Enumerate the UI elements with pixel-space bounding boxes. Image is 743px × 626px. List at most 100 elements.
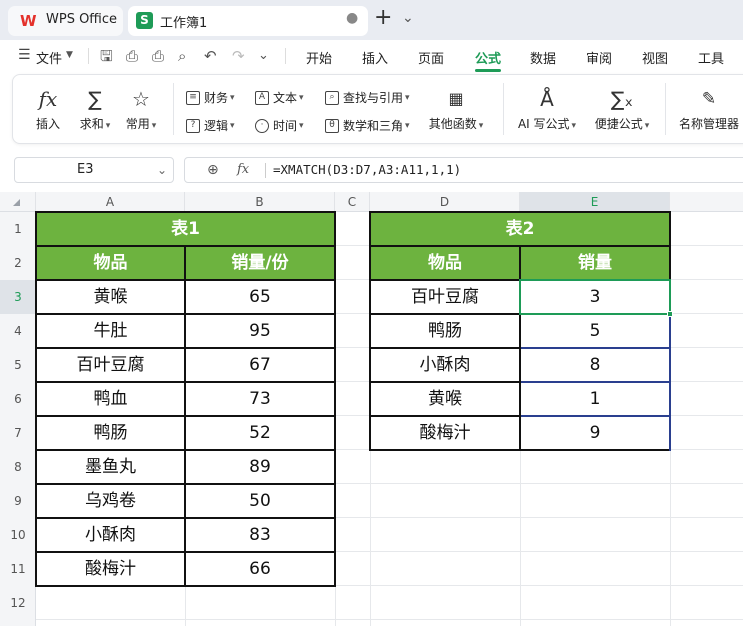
redo-icon[interactable]: ↷ <box>232 47 245 65</box>
quick-formula-button[interactable]: ∑ₓ 便捷公式 ▾ <box>591 75 653 132</box>
print-preview-icon[interactable]: ⌕ <box>178 47 186 65</box>
ai-formula-label: AI 写公式 <box>517 117 570 131</box>
table-1-sales[interactable]: 50 <box>185 484 335 518</box>
file-chevron-down-icon[interactable]: ▼ <box>66 50 73 60</box>
logic-functions-button[interactable]: ? 逻辑 ▾ <box>186 117 235 134</box>
menu-home[interactable]: 开始 <box>306 48 332 67</box>
column-header-b[interactable]: B <box>185 192 335 212</box>
table-1-header-item[interactable]: 物品 <box>36 246 185 280</box>
zoom-formula-icon[interactable]: ⊕ <box>207 158 219 182</box>
table-2-result[interactable]: 8 <box>520 348 670 382</box>
finance-functions-button[interactable]: ≡ 财务 ▾ <box>186 89 235 106</box>
table-2-result[interactable]: 9 <box>520 416 670 450</box>
select-all-corner[interactable] <box>0 192 36 212</box>
row-header[interactable]: 3 <box>0 280 36 314</box>
menu-file[interactable]: 文件 <box>36 48 62 67</box>
table-2-header-sales[interactable]: 销量 <box>520 246 670 280</box>
table-1-header-sales[interactable]: 销量/份 <box>185 246 335 280</box>
row-header[interactable]: 10 <box>0 518 36 552</box>
table-2-result[interactable]: 1 <box>520 382 670 416</box>
formula-text[interactable]: =XMATCH(D3:D7,A3:A11,1,1) <box>273 158 461 182</box>
row-header[interactable]: 8 <box>0 450 36 484</box>
table-2-title[interactable]: 表2 <box>370 212 670 246</box>
name-box-chevron-icon[interactable]: ⌄ <box>157 158 167 182</box>
fx-icon[interactable]: fx <box>237 158 249 182</box>
active-cell-outline <box>519 279 671 315</box>
table-1-sales[interactable]: 73 <box>185 382 335 416</box>
table-2-item[interactable]: 百叶豆腐 <box>370 280 520 314</box>
row-header[interactable]: 7 <box>0 416 36 450</box>
row-header[interactable]: 4 <box>0 314 36 348</box>
fill-handle[interactable] <box>667 311 673 317</box>
text-functions-button[interactable]: A 文本 ▾ <box>255 89 304 106</box>
insert-function-button[interactable]: fx 插入 <box>31 75 65 132</box>
lookup-functions-button[interactable]: ⌕ 查找与引用 ▾ <box>325 89 410 106</box>
menu-formulas[interactable]: 公式 <box>475 48 501 67</box>
column-header-f[interactable] <box>670 192 743 212</box>
undo-icon[interactable]: ↶ <box>204 47 217 65</box>
menu-data[interactable]: 数据 <box>530 48 556 67</box>
table-1-item[interactable]: 鸭血 <box>36 382 185 416</box>
row-header[interactable]: 11 <box>0 552 36 586</box>
tab-workbook[interactable]: S 工作簿1 ● <box>128 6 368 36</box>
row-header[interactable]: 12 <box>0 586 36 620</box>
table-1-item[interactable]: 墨鱼丸 <box>36 450 185 484</box>
table-1-sales[interactable]: 66 <box>185 552 335 586</box>
tab-wps-office[interactable]: W WPS Office <box>8 6 123 36</box>
column-header-c[interactable]: C <box>335 192 370 212</box>
formula-divider <box>265 163 266 178</box>
export-pdf-icon[interactable]: ⎙ <box>126 47 138 65</box>
table-2-header-item[interactable]: 物品 <box>370 246 520 280</box>
table-1-item[interactable]: 鸭肠 <box>36 416 185 450</box>
table-2-item[interactable]: 黄喉 <box>370 382 520 416</box>
menu-view[interactable]: 视图 <box>642 48 668 67</box>
table-1-item[interactable]: 小酥肉 <box>36 518 185 552</box>
table-1-item[interactable]: 牛肚 <box>36 314 185 348</box>
quick-access-chevron-icon[interactable]: ⌄ <box>258 47 269 65</box>
table-1-item[interactable]: 乌鸡卷 <box>36 484 185 518</box>
column-header-e[interactable]: E <box>520 192 670 212</box>
common-functions-button[interactable]: ☆ 常用 ▾ <box>119 75 163 132</box>
table-1-sales[interactable]: 65 <box>185 280 335 314</box>
table-1-sales[interactable]: 95 <box>185 314 335 348</box>
table-2-item[interactable]: 小酥肉 <box>370 348 520 382</box>
table-2-item[interactable]: 酸梅汁 <box>370 416 520 450</box>
table-1-item[interactable]: 百叶豆腐 <box>36 348 185 382</box>
name-box[interactable]: E3 ⌄ <box>14 157 174 183</box>
table-1-item[interactable]: 黄喉 <box>36 280 185 314</box>
new-tab-button[interactable]: + <box>374 5 392 30</box>
table-1-sales[interactable]: 67 <box>185 348 335 382</box>
menu-review[interactable]: 审阅 <box>586 48 612 67</box>
table-1-item[interactable]: 酸梅汁 <box>36 552 185 586</box>
autosum-button[interactable]: ∑ 求和 ▾ <box>75 75 115 132</box>
save-icon[interactable]: 🖫 <box>100 47 113 65</box>
table-2-item[interactable]: 鸭肠 <box>370 314 520 348</box>
table-2-result[interactable]: 5 <box>520 314 670 348</box>
other-functions-button[interactable]: ▦ 其他函数 ▾ <box>425 75 487 132</box>
table-1-sales[interactable]: 52 <box>185 416 335 450</box>
print-icon[interactable]: ⎙ <box>152 47 164 65</box>
menu-tools[interactable]: 工具 <box>698 48 724 67</box>
table-1-sales[interactable]: 83 <box>185 518 335 552</box>
menu-divider <box>285 48 286 64</box>
row-header[interactable]: 1 <box>0 212 36 246</box>
formula-input[interactable]: ⊕ fx =XMATCH(D3:D7,A3:A11,1,1) <box>184 157 743 183</box>
table-1-sales[interactable]: 89 <box>185 450 335 484</box>
unsaved-dot-icon[interactable]: ● <box>346 10 358 26</box>
row-header[interactable]: 9 <box>0 484 36 518</box>
active-tab-indicator <box>475 69 501 72</box>
tab-list-chevron-icon[interactable]: ⌄ <box>402 10 414 26</box>
menu-insert[interactable]: 插入 <box>362 48 388 67</box>
row-header[interactable]: 6 <box>0 382 36 416</box>
hamburger-menu-icon[interactable]: ☰ <box>18 47 31 63</box>
column-header-d[interactable]: D <box>370 192 520 212</box>
row-header[interactable]: 2 <box>0 246 36 280</box>
table-1-title[interactable]: 表1 <box>36 212 335 246</box>
row-header[interactable]: 5 <box>0 348 36 382</box>
column-header-a[interactable]: A <box>36 192 185 212</box>
menu-page[interactable]: 页面 <box>418 48 444 67</box>
ai-formula-button[interactable]: Å AI 写公式 ▾ <box>515 75 579 132</box>
math-functions-button[interactable]: θ 数学和三角 ▾ <box>325 117 410 134</box>
name-manager-button[interactable]: ✎ 名称管理器 <box>677 75 741 132</box>
time-functions-button[interactable]: · 时间 ▾ <box>255 117 304 134</box>
